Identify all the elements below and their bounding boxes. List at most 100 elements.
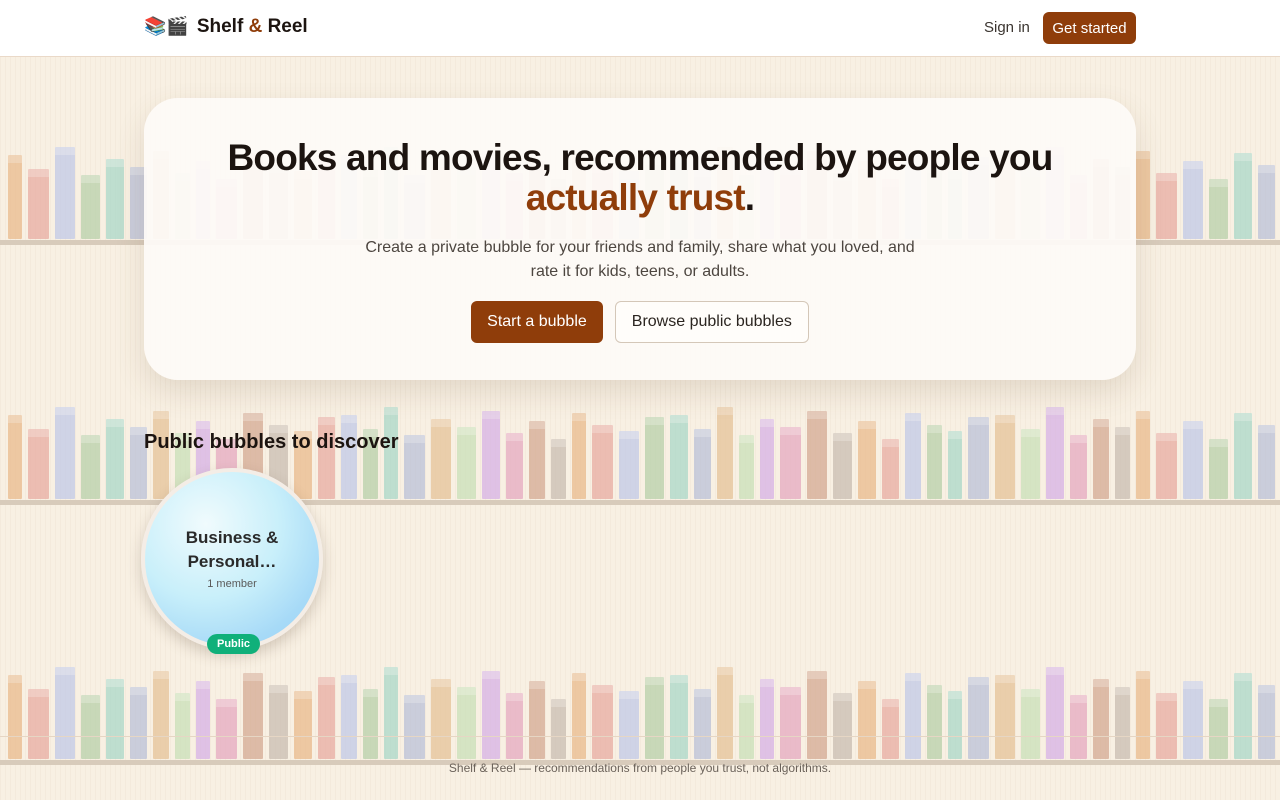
book-spine [694, 689, 711, 759]
book-spine [1258, 685, 1275, 759]
book-spine [551, 699, 566, 759]
book-spine [551, 439, 566, 499]
book-spine [1136, 151, 1150, 239]
book-spine [1115, 687, 1130, 759]
book-spine [216, 699, 237, 759]
book-spine [1156, 173, 1177, 239]
book-spine [858, 421, 876, 499]
hero-card: Books and movies, recommended by people … [144, 98, 1136, 380]
book-spine [1136, 671, 1150, 759]
bookshelf-decoration-bottom [0, 665, 1280, 765]
book-spine [717, 407, 733, 499]
book-spine [341, 675, 357, 759]
book-spine [1046, 407, 1064, 499]
book-spine [81, 695, 100, 759]
book-spine [529, 681, 545, 759]
book-spine [8, 675, 22, 759]
book-spine [457, 687, 476, 759]
book-spine [995, 415, 1015, 499]
book-spine [858, 681, 876, 759]
book-spine [404, 435, 425, 499]
book-spine [269, 685, 288, 759]
book-spine [739, 695, 754, 759]
book-spine [431, 679, 451, 759]
book-spine [506, 433, 523, 499]
book-spine [363, 689, 378, 759]
book-spine [28, 169, 49, 239]
brand-name: Shelf & Reel [196, 16, 308, 37]
book-spine [8, 415, 22, 499]
book-spine [927, 425, 942, 499]
book-spine [968, 417, 989, 499]
bubble-member-count: 1 member [207, 578, 257, 590]
book-spine [153, 411, 169, 499]
book-spine [717, 667, 733, 759]
book-spine [1115, 427, 1130, 499]
book-spine [457, 427, 476, 499]
hero-actions: Start a bubble Browse public bubbles [144, 301, 1136, 343]
book-spine [645, 417, 664, 499]
footer-tagline: Shelf & Reel — recommendations from peop… [448, 761, 832, 775]
book-spine [1183, 421, 1203, 499]
book-spine [833, 433, 852, 499]
book-spine [1046, 667, 1064, 759]
book-spine [1021, 689, 1040, 759]
book-spine [968, 677, 989, 759]
public-bubbles-heading: Public bubbles to discover [144, 431, 399, 453]
bubble-name: Business & Personal… [185, 528, 279, 571]
hero-title-accent: actually trust [525, 177, 746, 218]
book-spine [1209, 699, 1228, 759]
book-spine [833, 693, 852, 759]
book-spine [341, 415, 357, 499]
book-spine [130, 687, 147, 759]
book-spine [482, 411, 500, 499]
book-spine [1258, 425, 1275, 499]
book-spine [106, 159, 124, 239]
book-spine [670, 675, 688, 759]
book-spine [619, 431, 639, 499]
book-spine [1093, 419, 1109, 499]
browse-public-bubbles-button[interactable]: Browse public bubbles [614, 301, 809, 343]
book-spine [529, 421, 545, 499]
book-spine [55, 407, 75, 499]
book-spine [1093, 679, 1109, 759]
book-spine [81, 175, 100, 239]
book-spine [882, 699, 899, 759]
get-started-button[interactable]: Get started [1043, 12, 1136, 44]
book-spine [28, 689, 49, 759]
book-spine [482, 671, 500, 759]
top-navigation-bar: 📚🎬 Shelf & Reel Sign in Get started [0, 0, 1280, 57]
book-spine [106, 419, 124, 499]
public-badge: Public [207, 634, 261, 654]
book-spine [882, 439, 899, 499]
book-spine [807, 671, 827, 759]
book-spine [506, 693, 523, 759]
brand-logo[interactable]: 📚🎬 Shelf & Reel [144, 16, 308, 38]
book-spine [760, 679, 774, 759]
book-spine [572, 413, 586, 499]
start-a-bubble-button[interactable]: Start a bubble [471, 301, 603, 343]
hero-subtitle: Create a private bubble for your friends… [365, 239, 915, 280]
book-spine [572, 673, 586, 759]
book-spine [619, 691, 639, 759]
book-spine [1156, 693, 1177, 759]
book-spine [28, 429, 49, 499]
book-spine [807, 411, 827, 499]
book-spine [384, 667, 398, 759]
footer-divider [0, 736, 1280, 737]
book-spine [318, 677, 335, 759]
book-spine [1258, 165, 1275, 239]
public-bubble-card[interactable]: Business & Personal… 1 member Public [141, 468, 323, 654]
book-spine [905, 673, 921, 759]
book-spine [1209, 439, 1228, 499]
sign-in-link[interactable]: Sign in [984, 19, 1030, 36]
book-spine [1070, 695, 1087, 759]
book-spine [81, 435, 100, 499]
book-spine [760, 419, 774, 499]
book-spine [1209, 179, 1228, 239]
book-spine [294, 691, 312, 759]
book-spine [175, 693, 190, 759]
book-spine [948, 431, 962, 499]
book-spine [1156, 433, 1177, 499]
book-spine [694, 429, 711, 499]
